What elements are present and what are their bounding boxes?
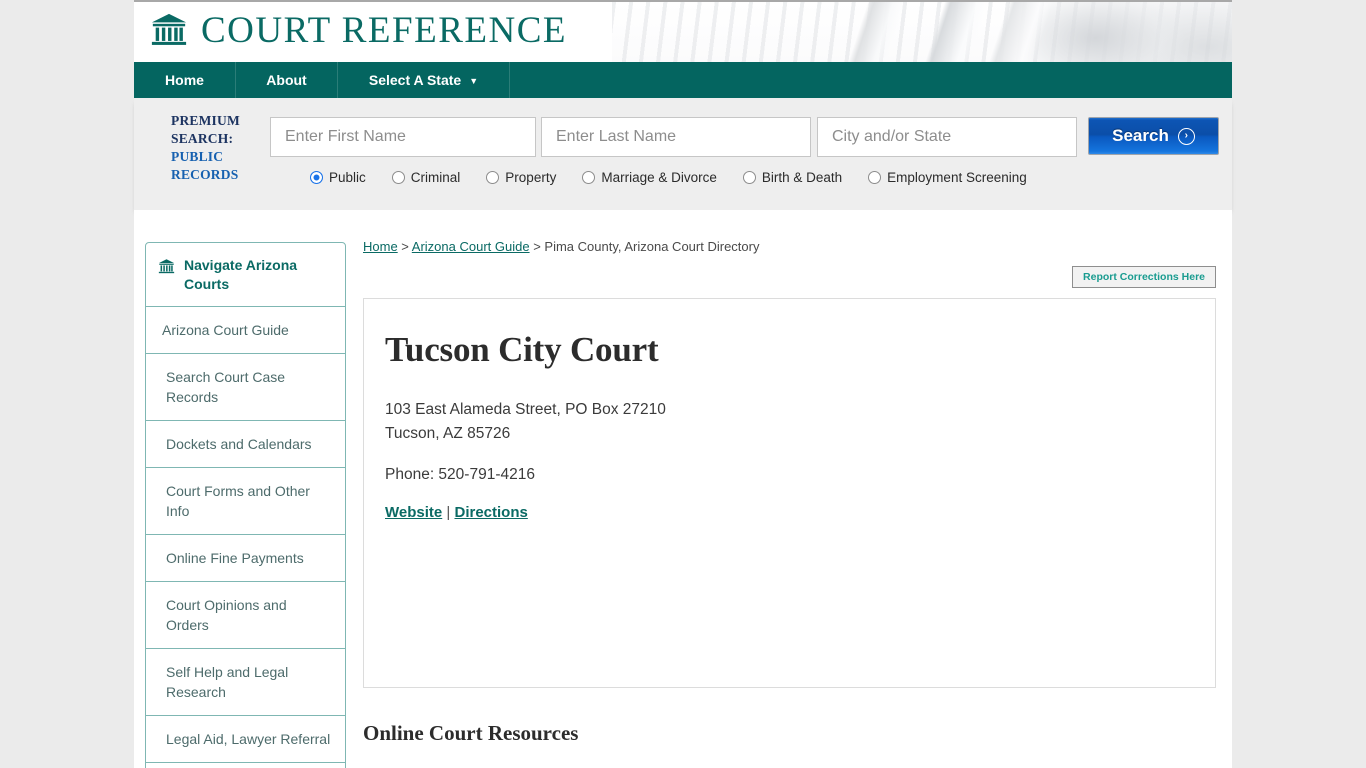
sidebar-item-label: Legal Aid, Lawyer Referral	[166, 731, 331, 747]
breadcrumb-current: Pima County, Arizona Court Directory	[544, 239, 760, 254]
radio-option-birth-death[interactable]: Birth & Death	[742, 170, 843, 185]
premium-search-label-line3[interactable]: PUBLIC	[171, 148, 261, 166]
search-button-label: Search	[1112, 126, 1169, 145]
radio-label-criminal: Criminal	[410, 170, 461, 185]
court-details-card: Tucson City Court 103 East Alameda Stree…	[363, 298, 1216, 688]
radio-label-property: Property	[505, 170, 557, 185]
sidebar-item-search-court-case-records[interactable]: Search Court Case Records	[146, 354, 345, 421]
breadcrumb-separator-1: >	[397, 239, 412, 254]
city-state-input[interactable]	[817, 117, 1077, 157]
radio-option-marriage-divorce[interactable]: Marriage & Divorce	[582, 170, 717, 185]
premium-search-label-line4[interactable]: RECORDS	[171, 166, 261, 184]
link-separator: |	[442, 504, 455, 521]
court-address-line-2: Tucson, AZ 85726	[385, 425, 511, 442]
chevron-right-icon: ›	[1177, 127, 1195, 145]
masthead-background-art	[612, 2, 1232, 62]
sidebar-item-court-forms-and-other-info[interactable]: Court Forms and Other Info	[146, 468, 345, 535]
court-address-line-1: 103 East Alameda Street, PO Box 27210	[385, 401, 666, 418]
nav-item-about-label: About	[266, 72, 307, 88]
main-navigation: Home About Select A State ▼	[134, 62, 1232, 98]
courthouse-icon	[151, 13, 187, 45]
sidebar-item-label: Dockets and Calendars	[166, 436, 312, 452]
corrections-row: Report Corrections Here	[363, 266, 1216, 292]
breadcrumb-separator-2: >	[529, 239, 545, 254]
sidebar-item-label: Online Fine Payments	[166, 550, 304, 566]
nav-item-select-a-state[interactable]: Select A State ▼	[338, 62, 510, 98]
online-court-resources-heading: Online Court Resources	[363, 721, 579, 745]
last-name-input[interactable]	[541, 117, 811, 157]
premium-search-label-line1: PREMIUM	[171, 113, 240, 128]
sidebar-item-court-opinions-and-orders[interactable]: Court Opinions and Orders	[146, 582, 345, 649]
site-logo-text: COURT REFERENCE	[201, 9, 567, 51]
radio-icon-criminal[interactable]	[391, 171, 405, 184]
radio-icon-marriage-divorce[interactable]	[582, 171, 596, 184]
radio-option-employment-screening[interactable]: Employment Screening	[868, 170, 1027, 185]
sidebar-item-label: Search Court Case Records	[166, 369, 286, 405]
chevron-down-icon: ▼	[469, 75, 479, 86]
sidebar-item-arizona-court-guide[interactable]: Arizona Court Guide	[146, 307, 345, 354]
sidebar-item-find-court-records-by[interactable]: Find Court Records by	[146, 763, 345, 768]
breadcrumb: Home > Arizona Court Guide > Pima County…	[363, 238, 1216, 256]
nav-filler	[510, 62, 1232, 98]
sidebar-item-dockets-and-calendars[interactable]: Dockets and Calendars	[146, 421, 345, 468]
search-button[interactable]: Search ›	[1088, 117, 1219, 155]
sidebar-item-label: Arizona Court Guide	[162, 322, 289, 338]
masthead: COURT REFERENCE	[134, 0, 1232, 62]
premium-search-label: PREMIUM SEARCH: PUBLIC RECORDS	[171, 112, 261, 184]
radio-option-property[interactable]: Property	[486, 170, 556, 185]
main-column: Home > Arizona Court Guide > Pima County…	[352, 210, 1232, 768]
page-background: COURT REFERENCE Home About Select A Stat…	[0, 0, 1366, 768]
website-link[interactable]: Website	[385, 504, 442, 521]
radio-icon-birth-death[interactable]	[742, 171, 756, 184]
sidebar-item-label: Court Opinions and Orders	[166, 597, 287, 633]
radio-icon-property[interactable]	[486, 171, 500, 184]
court-phone: Phone: 520-791-4216	[385, 466, 535, 483]
radio-label-public: Public	[329, 170, 366, 185]
court-links: Website | Directions	[385, 504, 1185, 521]
courthouse-icon	[158, 259, 175, 274]
radio-label-marriage-divorce: Marriage & Divorce	[601, 170, 717, 185]
premium-search-bar: PREMIUM SEARCH: PUBLIC RECORDS Search › …	[134, 98, 1232, 210]
sidebar-item-label: Court Forms and Other Info	[166, 483, 310, 519]
radio-label-birth-death: Birth & Death	[761, 170, 843, 185]
sidebar-heading: Navigate Arizona Courts	[146, 243, 345, 307]
breadcrumb-link-home[interactable]: Home	[363, 239, 398, 254]
directions-link[interactable]: Directions	[454, 504, 527, 521]
radio-label-employment-screening: Employment Screening	[887, 170, 1027, 185]
sidebar-item-self-help-and-legal-research[interactable]: Self Help and Legal Research	[146, 649, 345, 716]
radio-option-criminal[interactable]: Criminal	[391, 170, 461, 185]
content-area: Navigate Arizona Courts Arizona Court Gu…	[134, 210, 1232, 768]
report-corrections-label: Report Corrections Here	[1083, 271, 1205, 283]
sidebar-navigation-box: Navigate Arizona Courts Arizona Court Gu…	[145, 242, 346, 768]
sidebar-item-online-fine-payments[interactable]: Online Fine Payments	[146, 535, 345, 582]
search-type-radio-group: Public Criminal Property Marriage & Divo…	[310, 170, 1053, 185]
sidebar-item-label: Self Help and Legal Research	[166, 664, 289, 700]
radio-icon-employment-screening[interactable]	[868, 171, 882, 184]
sidebar-heading-label: Navigate Arizona Courts	[184, 257, 298, 292]
site-container: COURT REFERENCE Home About Select A Stat…	[134, 0, 1232, 768]
report-corrections-button[interactable]: Report Corrections Here	[1072, 266, 1216, 288]
radio-option-public[interactable]: Public	[310, 170, 366, 185]
sidebar: Navigate Arizona Courts Arizona Court Gu…	[134, 210, 352, 768]
radio-icon-public[interactable]	[310, 171, 323, 184]
nav-item-select-a-state-label: Select A State	[368, 72, 462, 88]
site-logo[interactable]: COURT REFERENCE	[150, 11, 567, 49]
premium-search-fields: Search ›	[270, 117, 1219, 157]
first-name-input[interactable]	[270, 117, 536, 157]
page-title: Tucson City Court	[385, 330, 659, 369]
nav-item-about[interactable]: About	[236, 62, 338, 98]
nav-item-home-label: Home	[165, 72, 204, 88]
sidebar-item-legal-aid-lawyer-referral[interactable]: Legal Aid, Lawyer Referral	[146, 716, 345, 763]
premium-search-label-line2: SEARCH:	[171, 131, 234, 146]
nav-item-home[interactable]: Home	[134, 62, 236, 98]
breadcrumb-link-arizona-court-guide[interactable]: Arizona Court Guide	[412, 239, 530, 254]
